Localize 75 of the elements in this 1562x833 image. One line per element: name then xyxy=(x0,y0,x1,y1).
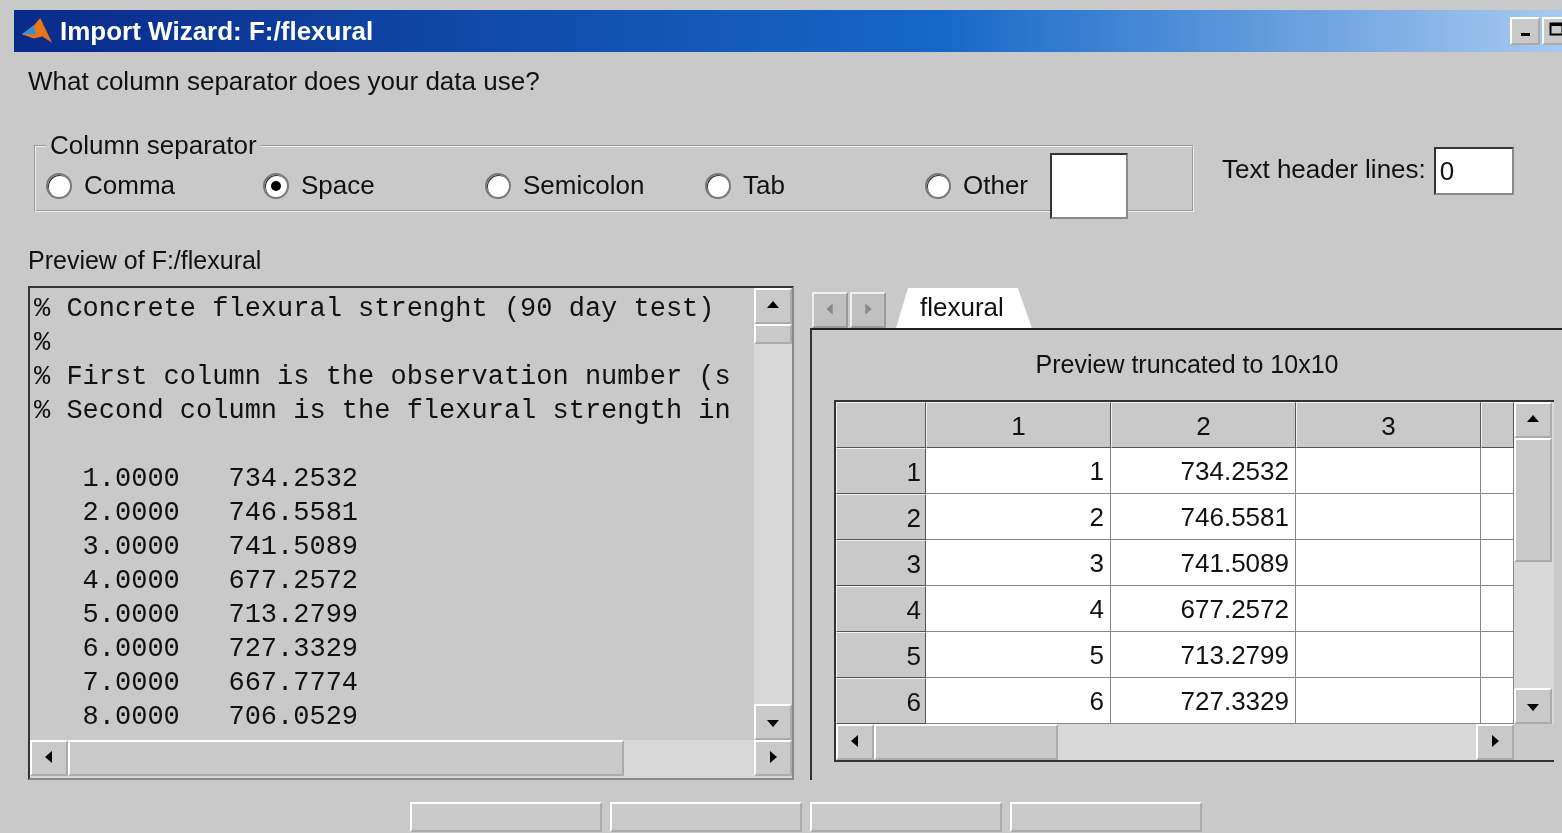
radio-option[interactable]: Space xyxy=(263,170,485,201)
tab-right-button[interactable] xyxy=(850,292,886,328)
down-arrow-icon xyxy=(1527,703,1539,711)
table-cell: 746.5581 xyxy=(1111,494,1296,540)
text-line: 8.0000 706.0529 xyxy=(81,701,360,734)
text-line: 3.0000 741.5089 xyxy=(81,531,360,564)
vertical-scrollbar[interactable] xyxy=(754,288,792,740)
text-line: % xyxy=(34,327,52,360)
table-cell: 1 xyxy=(926,448,1111,494)
scroll-up-button[interactable] xyxy=(1514,402,1552,438)
text-line: 5.0000 713.2799 xyxy=(81,599,360,632)
text-line: 6.0000 727.3329 xyxy=(81,633,360,666)
horizontal-scrollbar[interactable] xyxy=(30,740,792,778)
column-header[interactable]: 3 xyxy=(1296,402,1481,448)
scrollbar-thumb[interactable] xyxy=(1514,438,1552,562)
row-header[interactable]: 5 xyxy=(836,632,926,678)
text-line: 1.0000 734.2532 xyxy=(81,463,360,496)
minimize-icon xyxy=(1520,33,1530,36)
text-line: % First column is the observation number (s xyxy=(34,361,732,394)
vertical-scrollbar[interactable] xyxy=(1514,402,1554,724)
truncation-note: Preview truncated to 10x10 xyxy=(1034,350,1340,380)
text-line: 7.0000 667.7774 xyxy=(81,667,360,700)
radio-option[interactable]: Tab xyxy=(705,170,925,201)
scroll-right-button[interactable] xyxy=(1476,724,1514,760)
group-title: Column separator xyxy=(49,130,258,161)
row-header[interactable]: 6 xyxy=(836,678,926,724)
window-title: Import Wizard: F:/flexural xyxy=(60,15,374,47)
radio-option[interactable]: Other xyxy=(925,170,1050,201)
other-field[interactable] xyxy=(1050,152,1128,219)
text-line: 2.0000 746.5581 xyxy=(81,497,360,530)
down-arrow-icon xyxy=(767,719,779,727)
row-header[interactable]: 1 xyxy=(836,448,926,494)
row-header[interactable]: 3 xyxy=(836,540,926,586)
table-cell: 727.3329 xyxy=(1111,678,1296,724)
scroll-left-button[interactable] xyxy=(30,740,68,776)
table-cell: 5 xyxy=(926,632,1111,678)
sheet-tab[interactable]: flexural xyxy=(896,288,1032,328)
row-header[interactable]: 2 xyxy=(836,494,926,540)
table-cell: 734.2532 xyxy=(1111,448,1296,494)
table-cell: 713.2799 xyxy=(1111,632,1296,678)
horizontal-scrollbar[interactable] xyxy=(836,724,1514,760)
logo-icon xyxy=(20,17,54,45)
radio-option[interactable]: Comma xyxy=(46,170,263,201)
scroll-down-button[interactable] xyxy=(1514,688,1552,724)
dialog-button[interactable] xyxy=(1010,802,1202,832)
table-cell: 3 xyxy=(926,540,1111,586)
text-line: % Second column is the flexural strength in xyxy=(34,395,732,428)
scrollbar-thumb[interactable] xyxy=(754,324,792,344)
scroll-right-button[interactable] xyxy=(754,740,792,776)
scrollbar-thumb[interactable] xyxy=(68,740,624,776)
dialog-button[interactable] xyxy=(610,802,802,832)
prompt-text: What column separator does your data use? xyxy=(28,66,541,98)
table-cell: 2 xyxy=(926,494,1111,540)
row-header[interactable]: 4 xyxy=(836,586,926,632)
header-lines-field[interactable]: 0 xyxy=(1433,147,1514,195)
minimize-button[interactable] xyxy=(1510,17,1540,45)
table-cell: 6 xyxy=(926,678,1111,724)
dialog-button[interactable] xyxy=(810,802,1002,832)
dialog-button[interactable] xyxy=(410,802,602,832)
scrollbar-thumb[interactable] xyxy=(874,724,1058,760)
scroll-up-button[interactable] xyxy=(754,288,792,324)
text-line: % Concrete flexural strenght (90 day test) xyxy=(34,293,716,326)
scroll-left-button[interactable] xyxy=(836,724,874,760)
table-cell: 677.2572 xyxy=(1111,586,1296,632)
header-lines-label: Text header lines: xyxy=(1222,153,1426,185)
column-header[interactable] xyxy=(1481,402,1514,448)
preview-title: Preview of F:/flexural xyxy=(28,246,263,274)
tab-left-button[interactable] xyxy=(812,292,848,328)
column-header[interactable]: 2 xyxy=(1111,402,1296,448)
column-header[interactable]: 1 xyxy=(926,402,1111,448)
radio-option[interactable]: Semicolon xyxy=(485,170,705,201)
table-cell: 4 xyxy=(926,586,1111,632)
scroll-down-button[interactable] xyxy=(754,704,792,740)
table-cell: 741.5089 xyxy=(1111,540,1296,586)
text-line: 4.0000 677.2572 xyxy=(81,565,360,598)
